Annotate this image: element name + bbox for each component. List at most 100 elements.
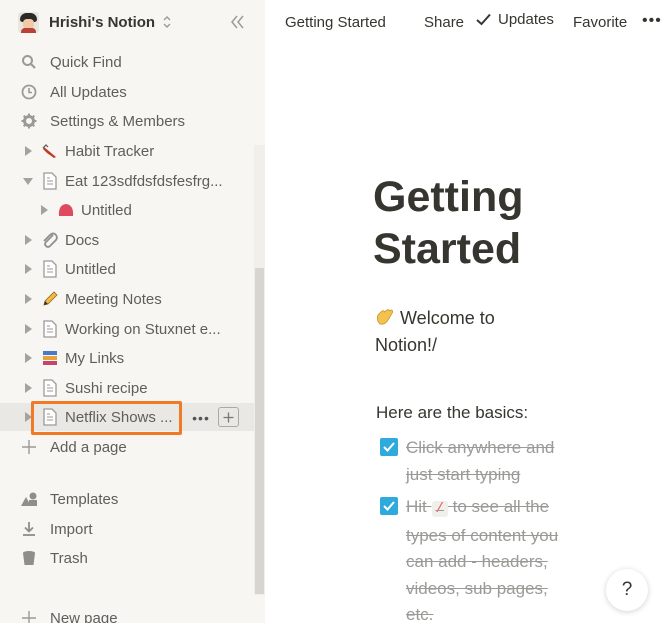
settings-members-button[interactable]: Settings & Members (0, 107, 265, 135)
expand-triangle-icon[interactable] (20, 321, 36, 337)
trash-button[interactable]: Trash (0, 544, 265, 572)
check-icon (476, 13, 491, 26)
page-icon (40, 171, 60, 191)
add-subpage-button[interactable] (218, 407, 239, 427)
sidebar-item-label: Netflix Shows ... (65, 408, 173, 426)
check-icon (383, 501, 395, 511)
todo-text-before: Hit (406, 497, 427, 516)
checkbox-checked[interactable] (380, 438, 398, 456)
gear-icon (20, 112, 38, 130)
sidebar-scroll-thumb[interactable] (255, 268, 264, 594)
expand-triangle-icon[interactable] (20, 350, 36, 366)
page-more-options-button[interactable]: ••• (190, 408, 212, 428)
plus-icon (20, 438, 38, 456)
sidebar-item-label: Untitled (65, 260, 116, 278)
sidebar-item-docs[interactable]: Docs (0, 226, 254, 254)
page-icon (40, 259, 60, 279)
sidebar-item-label: Untitled (81, 201, 132, 219)
sidebar-item-untitled[interactable]: Untitled (0, 255, 254, 283)
pencil-icon (40, 289, 60, 309)
todo-text-after: to see all the types of content you can … (406, 497, 559, 623)
sidebar-item-habit-tracker[interactable]: Habit Tracker (0, 137, 254, 165)
help-button[interactable]: ? (606, 569, 648, 611)
workspace-switcher[interactable]: Hrishi's Notion (0, 0, 265, 44)
templates-icon (20, 490, 38, 508)
expand-triangle-icon[interactable] (20, 291, 36, 307)
sidebar-item-label: Eat 123sdfdsfdsfesfrg... (65, 172, 223, 190)
collapse-triangle-icon[interactable] (20, 173, 36, 189)
todo-item: Hit / to see all the types of content yo… (380, 494, 571, 623)
red-emoji-icon (56, 200, 76, 220)
plus-icon (20, 609, 38, 623)
trash-label: Trash (50, 549, 88, 567)
expand-triangle-icon[interactable] (36, 202, 52, 218)
all-updates-button[interactable]: All Updates (0, 78, 265, 106)
plus-icon (223, 412, 234, 422)
collapse-sidebar-icon[interactable] (229, 13, 247, 31)
updates-label: Updates (498, 11, 554, 28)
shoe-emoji-icon (40, 141, 60, 161)
sidebar-item-stuxnet[interactable]: Working on Stuxnet e... (0, 315, 254, 343)
expand-triangle-icon[interactable] (20, 380, 36, 396)
sidebar-item-label: Working on Stuxnet e... (65, 320, 221, 338)
expand-triangle-icon[interactable] (20, 409, 36, 425)
settings-members-label: Settings & Members (50, 112, 186, 130)
inline-code: / (431, 501, 448, 517)
paperclip-icon (40, 230, 60, 250)
new-page-button[interactable]: New page (0, 604, 265, 623)
sidebar-item-netflix-shows[interactable]: Netflix Shows ... (0, 403, 254, 431)
checkbox-checked[interactable] (380, 497, 398, 515)
import-label: Import (50, 520, 93, 538)
todo-text[interactable]: Hit / to see all the types of content yo… (406, 494, 571, 623)
import-icon (20, 520, 38, 538)
trash-icon (20, 549, 38, 567)
favorite-button[interactable]: Favorite (573, 14, 627, 31)
page-icon (40, 407, 60, 427)
welcome-text[interactable]: Welcome to Notion!/ (375, 305, 525, 359)
topbar: Getting Started Share Updates Favorite •… (265, 0, 661, 44)
page-title-line: Getting (373, 173, 524, 221)
sidebar-item-label: Docs (65, 231, 100, 249)
expand-triangle-icon[interactable] (20, 261, 36, 277)
waving-hand-icon (376, 309, 393, 325)
add-page-label: Add a page (50, 438, 127, 456)
page-title[interactable]: Getting Started (373, 171, 523, 275)
clock-icon (20, 83, 38, 101)
sidebar-item-label: Sushi recipe (65, 379, 148, 397)
sidebar-item-label: Habit Tracker (65, 142, 155, 160)
expand-triangle-icon[interactable] (20, 143, 36, 159)
chevron-updown-icon (163, 16, 171, 28)
books-icon (40, 348, 60, 368)
sidebar-item-my-links[interactable]: My Links (0, 344, 254, 372)
sidebar-item-untitled-child[interactable]: Untitled (0, 196, 254, 224)
basics-heading[interactable]: Here are the basics: (376, 403, 528, 423)
sidebar-item-meeting-notes[interactable]: Meeting Notes (0, 285, 254, 313)
search-icon (20, 53, 38, 71)
todo-item: Click anywhere and just start typing (380, 435, 571, 488)
workspace-name: Hrishi's Notion (49, 13, 156, 31)
add-page-button[interactable]: Add a page (0, 433, 265, 461)
todo-text[interactable]: Click anywhere and just start typing (406, 435, 571, 488)
new-page-label: New page (50, 609, 118, 623)
share-button[interactable]: Share (424, 14, 464, 31)
check-icon (383, 442, 395, 452)
page-icon (40, 378, 60, 398)
sidebar: Hrishi's Notion Quick Find All Updates S… (0, 0, 265, 623)
quick-find-label: Quick Find (50, 53, 122, 71)
sidebar-item-eat[interactable]: Eat 123sdfdsfdsfesfrg... (0, 167, 254, 195)
expand-triangle-icon[interactable] (20, 232, 36, 248)
more-options-button[interactable]: ••• (642, 12, 661, 30)
templates-button[interactable]: Templates (0, 485, 265, 513)
page-title-line: Started (373, 225, 522, 273)
quick-find-button[interactable]: Quick Find (0, 48, 265, 76)
all-updates-label: All Updates (50, 83, 127, 101)
sidebar-item-sushi-recipe[interactable]: Sushi recipe (0, 374, 254, 402)
page-icon (40, 319, 60, 339)
sidebar-item-label: My Links (65, 349, 125, 367)
breadcrumb[interactable]: Getting Started (285, 14, 386, 31)
templates-label: Templates (50, 490, 119, 508)
import-button[interactable]: Import (0, 515, 265, 543)
sidebar-item-label: Meeting Notes (65, 290, 162, 308)
updates-button[interactable]: Updates (476, 11, 554, 28)
workspace-avatar (18, 11, 39, 33)
